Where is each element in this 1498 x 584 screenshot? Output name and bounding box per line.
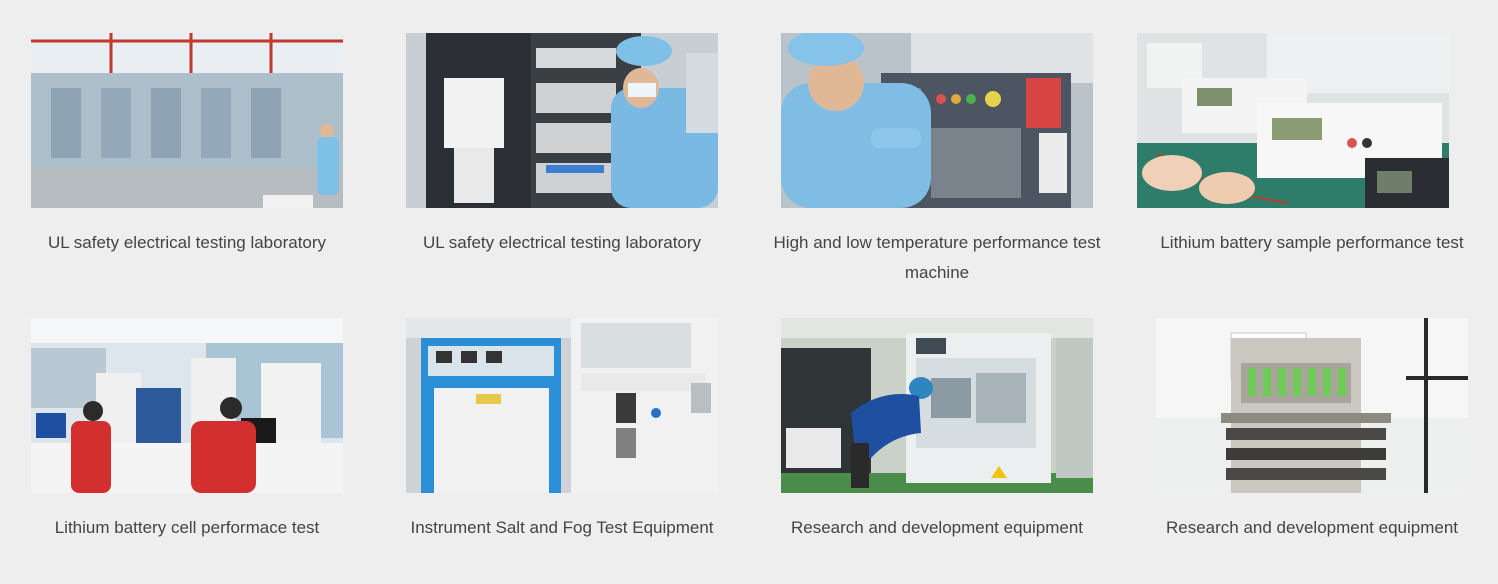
equipment-gallery: UL safety electrical testing laboratory	[0, 0, 1498, 584]
gallery-caption: Instrument Salt and Fog Test Equipment	[410, 518, 714, 537]
temperature-chamber-photo[interactable]	[781, 33, 1093, 208]
gallery-caption: Lithium battery sample performance test	[1160, 233, 1464, 252]
battery-rack-photo[interactable]	[406, 33, 718, 208]
lab-corridor-photo[interactable]	[31, 33, 343, 208]
gallery-caption: UL safety electrical testing laboratory	[47, 233, 327, 252]
gallery-item[interactable]: Instrument Salt and Fog Test Equipment	[382, 318, 742, 543]
bench-instruments-photo[interactable]	[1137, 33, 1449, 208]
gallery-caption: UL safety electrical testing laboratory	[422, 233, 702, 252]
gallery-item[interactable]: High and low temperature performance tes…	[757, 33, 1117, 288]
rd-machine-photo[interactable]	[781, 318, 1093, 493]
gallery-caption: High and low temperature performance tes…	[773, 233, 1101, 282]
battery-charger-photo[interactable]	[1156, 318, 1468, 493]
gallery-item[interactable]: Lithium battery sample performance test	[1132, 33, 1492, 258]
gallery-caption: Lithium battery cell performace test	[54, 518, 320, 537]
gallery-item[interactable]: Lithium battery cell performace test	[7, 318, 367, 543]
gallery-item[interactable]: UL safety electrical testing laboratory	[7, 33, 367, 258]
gallery-caption: Research and development equipment	[1165, 518, 1459, 537]
salt-fog-chamber-photo[interactable]	[406, 318, 718, 493]
cell-test-room-photo[interactable]	[31, 318, 343, 493]
gallery-item[interactable]: UL safety electrical testing laboratory	[382, 33, 742, 258]
gallery-item[interactable]: Research and development equipment	[757, 318, 1117, 543]
gallery-caption: Research and development equipment	[790, 518, 1084, 537]
gallery-item[interactable]: Research and development equipment	[1132, 318, 1492, 543]
